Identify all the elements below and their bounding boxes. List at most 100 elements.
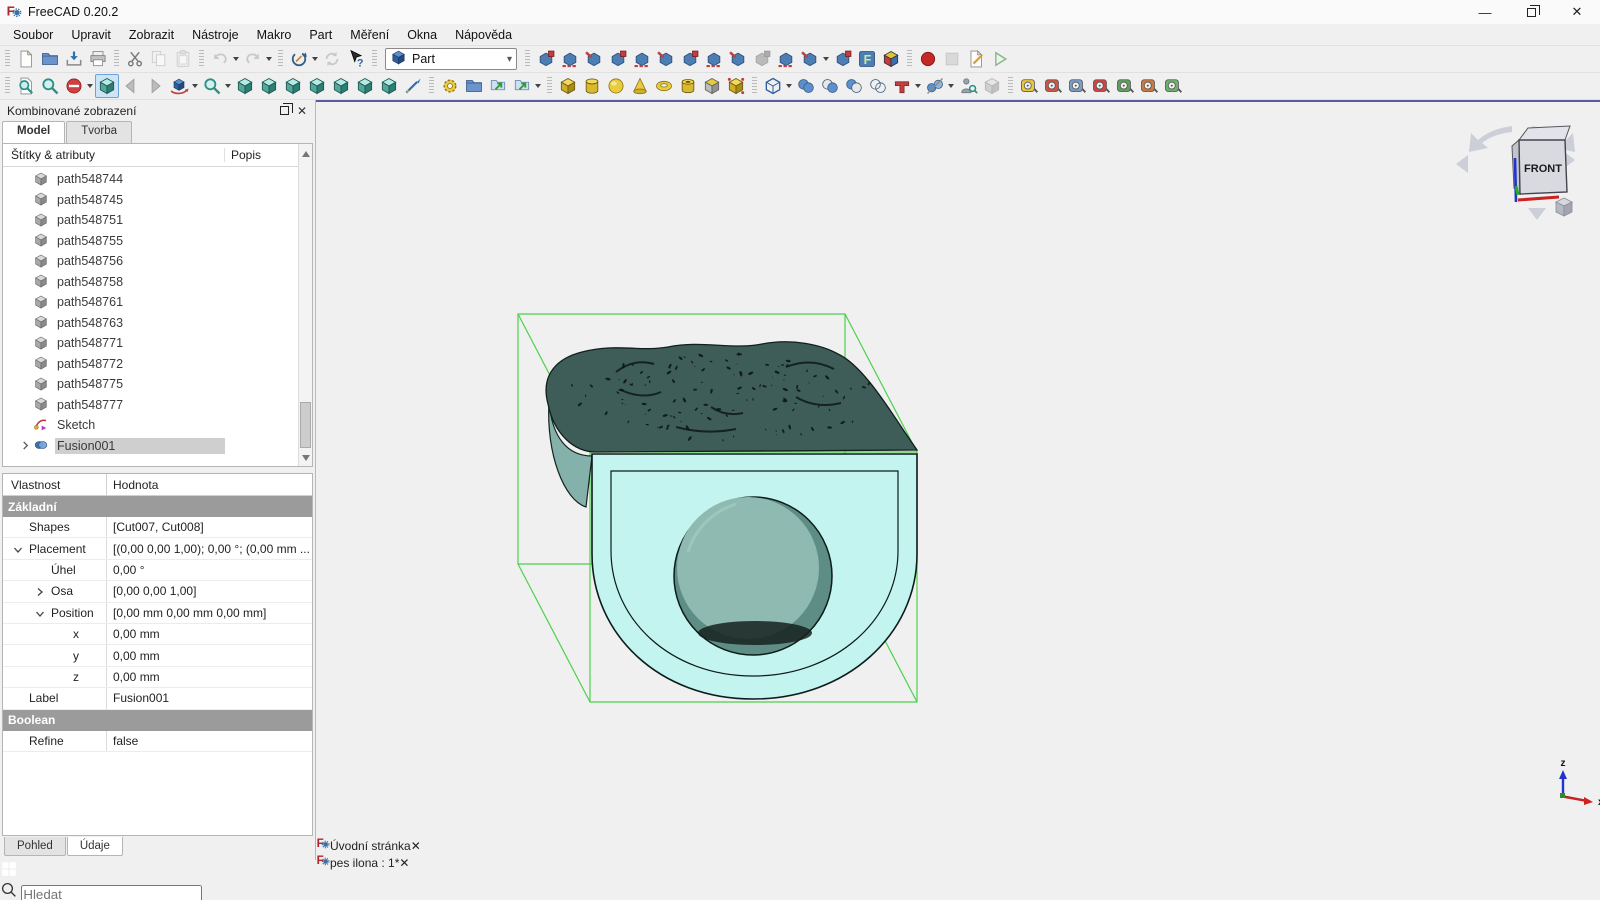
toolbar-handle[interactable] [5, 77, 10, 95]
make-sub-link-dropdown-icon[interactable] [535, 84, 541, 88]
toolbar-handle[interactable] [199, 50, 204, 68]
measure-refresh-button[interactable] [1065, 74, 1089, 98]
macro-record-button[interactable] [916, 47, 940, 71]
boolean-union-button[interactable] [794, 74, 818, 98]
print-button[interactable] [86, 47, 110, 71]
collapse-icon[interactable] [13, 544, 23, 554]
scroll-down-icon[interactable] [302, 455, 310, 461]
thickness-button[interactable] [831, 47, 855, 71]
open-file-button[interactable] [38, 47, 62, 71]
macro-edit-button[interactable] [964, 47, 988, 71]
view-isometric-button[interactable] [95, 74, 119, 98]
property-label[interactable]: Refine [3, 730, 107, 751]
measure-toggle-all-button[interactable] [1113, 74, 1137, 98]
offset-dropdown-icon[interactable] [823, 57, 829, 61]
tree-item-path548771[interactable]: path548771 [3, 333, 312, 354]
property-label[interactable]: Position [3, 602, 107, 623]
expander-icon[interactable] [17, 441, 33, 450]
measure-angular-button[interactable] [1041, 74, 1065, 98]
new-file-button[interactable] [14, 47, 38, 71]
menu-nstroje[interactable]: Nástroje [183, 26, 248, 44]
property-value[interactable]: [0,00 mm 0,00 mm 0,00 mm] [107, 603, 312, 623]
tree-item-path548772[interactable]: path548772 [3, 354, 312, 375]
tree-item-sketch[interactable]: Sketch [3, 415, 312, 436]
refresh-view-dropdown-icon[interactable] [312, 57, 318, 61]
toolbar-handle[interactable] [907, 50, 912, 68]
navigation-cube[interactable]: FRONT [1456, 125, 1575, 220]
property-value[interactable]: false [107, 731, 312, 751]
measure-distance-button[interactable] [401, 74, 425, 98]
zoom-dropdown-icon[interactable] [225, 84, 231, 88]
sphere-button[interactable] [604, 74, 628, 98]
toolbar-handle[interactable] [752, 77, 757, 95]
menu-soubor[interactable]: Soubor [4, 26, 62, 44]
make-link-button[interactable] [486, 74, 510, 98]
tree-item-path548775[interactable]: path548775 [3, 374, 312, 395]
property-label[interactable]: Placement [3, 538, 107, 559]
nav-down-arrow[interactable] [1528, 208, 1546, 220]
workbench-selector[interactable]: Part ▾ [385, 48, 517, 70]
scroll-up-icon[interactable] [302, 151, 310, 157]
set-view-dropdown-icon[interactable] [192, 84, 198, 88]
nav-back-button[interactable] [119, 74, 143, 98]
boolean-xor-button[interactable] [866, 74, 890, 98]
toolbar-handle[interactable] [278, 50, 283, 68]
view-top-button[interactable] [281, 74, 305, 98]
property-value[interactable]: 0,00 mm [107, 624, 312, 644]
redo-dropdown-icon[interactable] [266, 57, 272, 61]
view-right-button[interactable] [305, 74, 329, 98]
primitives-dialog-button[interactable] [724, 74, 748, 98]
loft-button[interactable] [702, 47, 726, 71]
view-left-button[interactable] [377, 74, 401, 98]
shape-from-text-button[interactable]: F [855, 47, 879, 71]
property-label[interactable]: z [3, 666, 107, 688]
restore-button[interactable] [1508, 0, 1554, 24]
property-label[interactable]: Osa [3, 581, 107, 602]
tree-scrollbar[interactable] [298, 144, 312, 466]
navcube-corner-cube[interactable] [1555, 197, 1573, 217]
search-input[interactable] [21, 885, 203, 900]
make-sub-link-button[interactable] [510, 74, 534, 98]
zoom-button[interactable] [200, 74, 224, 98]
cylinder-button[interactable] [580, 74, 604, 98]
tree-item-path548763[interactable]: path548763 [3, 313, 312, 334]
save-file-button[interactable] [62, 47, 86, 71]
property-value[interactable]: 0,00 mm [107, 645, 312, 665]
refresh-view-button[interactable] [287, 47, 311, 71]
check-geometry-button[interactable] [956, 74, 980, 98]
menu-men[interactable]: Měření [341, 26, 398, 44]
property-label[interactable]: Shapes [3, 517, 107, 538]
property-label[interactable]: y [3, 645, 107, 666]
scrollbar-thumb[interactable] [300, 402, 311, 448]
tree-item-path548758[interactable]: path548758 [3, 272, 312, 293]
menu-npovda[interactable]: Nápověda [446, 26, 521, 44]
rotate-left-arrow[interactable] [1469, 126, 1512, 152]
color-per-face-button[interactable] [879, 47, 903, 71]
property-value[interactable]: [Cut007, Cut008] [107, 517, 312, 537]
tab-model[interactable]: Model [2, 121, 66, 143]
macro-execute-button[interactable] [988, 47, 1012, 71]
cone-button[interactable] [628, 74, 652, 98]
toolbar-handle[interactable] [114, 50, 119, 68]
close-tab-icon[interactable]: ✕ [399, 856, 409, 870]
property-section-základní[interactable]: Základní [3, 496, 312, 517]
draw-style-button[interactable] [62, 74, 86, 98]
close-panel-icon[interactable]: ✕ [293, 103, 311, 119]
measure-toggle-3d-button[interactable] [1137, 74, 1161, 98]
toolbar-handle[interactable] [525, 50, 530, 68]
undo-dropdown-icon[interactable] [233, 57, 239, 61]
tree-item-path548777[interactable]: path548777 [3, 395, 312, 416]
toolbar-handle[interactable] [429, 77, 434, 95]
create-part-button[interactable] [438, 74, 462, 98]
toolbar-handle[interactable] [1008, 77, 1013, 95]
cube-button[interactable] [556, 74, 580, 98]
tree-item-path548744[interactable]: path548744 [3, 169, 312, 190]
view-bottom-button[interactable] [353, 74, 377, 98]
property-label[interactable]: Label [3, 688, 107, 709]
measure-clear-all-button[interactable] [1089, 74, 1113, 98]
fillet-button[interactable] [606, 47, 630, 71]
close-button[interactable]: ✕ [1554, 0, 1600, 24]
ruled-surface-button[interactable] [678, 47, 702, 71]
boolean-common-button[interactable] [842, 74, 866, 98]
split-dropdown-icon[interactable] [948, 84, 954, 88]
